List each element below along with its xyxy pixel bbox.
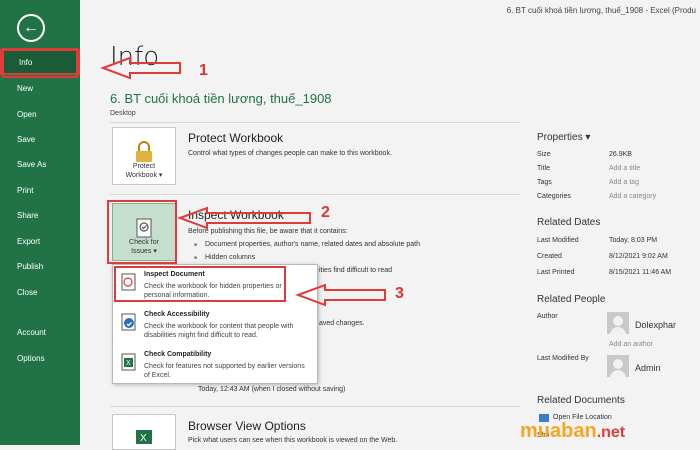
arrow-2-icon	[177, 206, 311, 230]
arrow-3-icon	[295, 283, 386, 307]
annotation-arrows	[100, 56, 386, 307]
annotation-number: 1	[199, 62, 208, 79]
watermark-logo: muaban.net	[520, 420, 626, 442]
arrow-1-icon	[100, 56, 181, 80]
annotation-number: 2	[321, 204, 330, 221]
annotation-number: 3	[395, 285, 404, 302]
